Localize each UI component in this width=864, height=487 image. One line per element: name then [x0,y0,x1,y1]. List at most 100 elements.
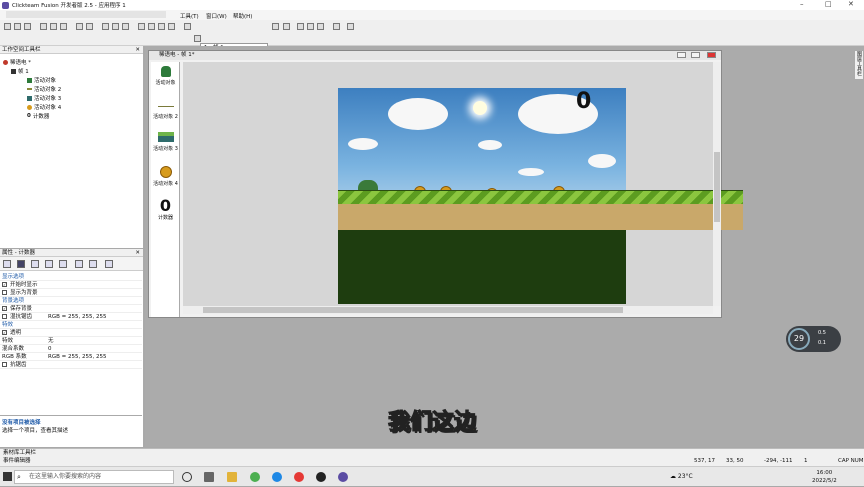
workspace-header: 工作空间工具栏 ✕ [0,46,143,54]
weather-temp[interactable]: 23°C [678,473,693,480]
checkbox[interactable]: ✓ [2,330,7,335]
settings-tab-icon[interactable] [3,260,11,268]
horizontal-scrollbar[interactable] [183,306,713,314]
cut-icon[interactable] [40,23,47,30]
storyboard-icon[interactable] [138,23,145,30]
network-widget[interactable]: 29 0.5 0.1 [786,326,841,352]
grass-platform[interactable] [338,190,743,204]
checkbox[interactable]: ✓ [2,282,7,287]
row-value[interactable]: RGB = 255, 255, 255 [48,353,106,361]
library-toolbar-tab[interactable]: 素材库工具栏 [0,448,864,456]
event-editor-icon[interactable] [158,23,165,30]
close-button[interactable]: ✕ [848,0,854,8]
new-icon[interactable] [4,23,11,30]
step-icon[interactable] [307,23,314,30]
frame-editor-icon[interactable] [148,23,155,30]
menu-window[interactable]: 窗口(W) [206,12,227,20]
tree-object-3[interactable]: 活动对象 3 [27,94,61,102]
row-value[interactable]: 0 [48,345,52,353]
recorder-icon[interactable] [316,472,326,482]
tree-object-1[interactable]: 活动对象 [27,76,56,84]
library-item-4[interactable]: 活动对象 4 [151,166,180,187]
display-tab-icon[interactable] [17,260,25,268]
zoom-icon[interactable] [194,35,201,42]
taskbar-search[interactable]: 在这里输入你要搜索的内容 [14,470,174,484]
undo-icon[interactable] [76,23,83,30]
window-title: Clickteam Fusion 开发者版 2.5 - 应用程序 1 [12,3,126,9]
row-blend-coef[interactable]: 混合系数 0 [0,345,142,353]
taskbar-clock[interactable]: 16:00 2022/5/2 [812,469,837,485]
grid-icon[interactable] [184,23,191,30]
row-display-as-background[interactable]: 显示为背景 [0,289,142,297]
copy-icon[interactable] [50,23,57,30]
paste-icon[interactable] [60,23,67,30]
record-icon[interactable] [347,23,354,30]
tree-app[interactable]: 稀语电 * [3,58,31,66]
checkbox[interactable] [2,362,7,367]
tree-object-5[interactable]: 0 计数器 [27,112,49,120]
events-tab-icon[interactable] [89,260,97,268]
next-frame-icon[interactable] [283,23,290,30]
counter-object[interactable]: 0 [576,90,591,114]
row-save-background[interactable]: ✓ 保存背景 [0,305,142,313]
frame-stage[interactable]: 0 [183,62,743,314]
save-icon[interactable] [24,23,31,30]
vertical-scroll-thumb[interactable] [714,152,720,222]
library-item-5[interactable]: 0 计数器 [151,198,180,222]
library-item-1[interactable]: 活动对象 [151,66,180,86]
frame-close-button[interactable] [707,52,716,58]
edge-icon[interactable] [272,472,282,482]
library-item-3[interactable]: 活动对象 3 [151,132,180,152]
open-icon[interactable] [14,23,21,30]
about-tab-icon[interactable] [105,260,113,268]
runtime-tab-icon[interactable] [59,260,67,268]
maximize-button[interactable]: □ [825,0,832,8]
close-icon[interactable]: ✕ [135,249,140,257]
prev-frame-icon[interactable] [272,23,279,30]
build-icon[interactable] [122,23,129,30]
redo-icon[interactable] [86,23,93,30]
tree-frame[interactable]: 帧 1 [11,67,29,75]
tree-object-4[interactable]: 活动对象 4 [27,103,61,111]
row-wipe-color[interactable]: 湿抗锯齿 RGB = 255, 255, 255 [0,313,142,321]
row-transparent[interactable]: ✓ 透明 [0,329,142,337]
menu-help[interactable]: 帮助(H) [233,12,252,20]
minimize-button[interactable]: – [800,0,804,8]
values-tab-icon[interactable] [75,260,83,268]
text-tab-icon[interactable] [45,260,53,268]
window-icon[interactable] [317,23,324,30]
stop-icon[interactable] [333,23,340,30]
chrome-icon[interactable] [294,472,304,482]
layers-toolbar-tab[interactable]: 图层工具栏 [854,50,864,80]
event-list-icon[interactable] [168,23,175,30]
row-label: RGB 系数 [2,354,27,360]
checkbox[interactable]: ✓ [2,306,7,311]
row-effect[interactable]: 特效 无 [0,337,142,345]
frame-maximize-button[interactable] [691,52,700,58]
clickteam-icon[interactable] [338,472,348,482]
play-icon[interactable] [297,23,304,30]
row-antialias[interactable]: 抗锯齿 [0,361,142,369]
row-visible-at-start[interactable]: ✓ 开始时显示 [0,281,142,289]
cortana-icon[interactable] [182,472,192,482]
row-value[interactable]: 无 [48,337,54,345]
tree-object-2[interactable]: 活动对象 2 [27,85,61,93]
row-value[interactable]: RGB = 255, 255, 255 [48,313,106,321]
dragon-icon [27,77,32,83]
row-rgb-coef[interactable]: RGB 系数 RGB = 255, 255, 255 [0,353,142,361]
library-item-2[interactable]: 活动对象 2 [151,100,180,120]
windows-start-icon[interactable] [3,472,12,481]
file-explorer-icon[interactable] [227,472,237,482]
size-tab-icon[interactable] [31,260,39,268]
horizontal-scroll-thumb[interactable] [203,307,623,313]
run-icon[interactable] [102,23,109,30]
checkbox[interactable] [2,290,7,295]
close-icon[interactable]: ✕ [135,46,140,54]
frame-minimize-button[interactable] [677,52,686,58]
task-view-icon[interactable] [204,472,214,482]
menu-tools[interactable]: 工具(T) [180,12,199,20]
run-frame-icon[interactable] [112,23,119,30]
checkbox[interactable] [2,314,7,319]
app-icon-green[interactable] [250,472,260,482]
vertical-scrollbar[interactable] [713,62,721,306]
